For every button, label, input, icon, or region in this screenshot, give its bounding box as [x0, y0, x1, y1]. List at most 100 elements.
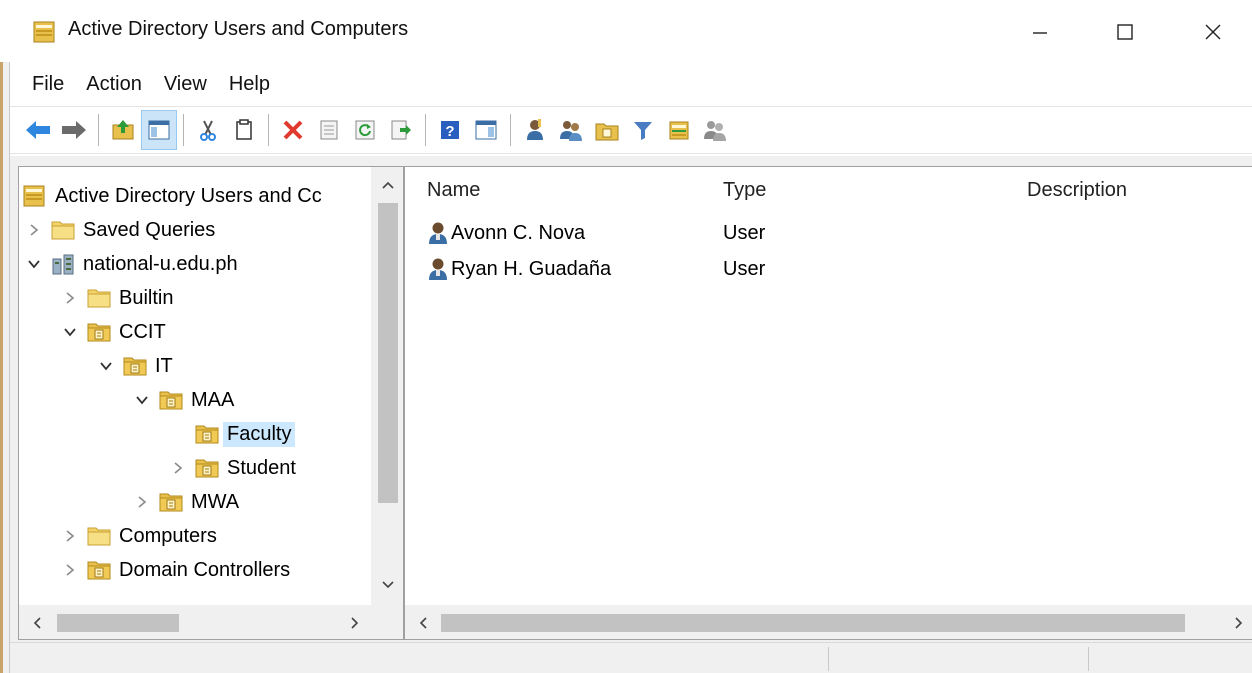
- menu-action[interactable]: Action: [75, 64, 153, 104]
- status-bar: [10, 642, 1252, 673]
- list-hscroll-thumb[interactable]: [441, 614, 1185, 632]
- tree-item-computers[interactable]: Computers: [59, 519, 217, 553]
- copy-button[interactable]: [226, 110, 262, 150]
- tree-item-label: IT: [155, 354, 173, 377]
- show-hide-console-tree-button[interactable]: [141, 110, 177, 150]
- new-group-button[interactable]: [553, 110, 589, 150]
- user-name: Ryan H. Guadaña: [451, 258, 612, 280]
- scroll-left-arrow-icon[interactable]: [413, 613, 433, 633]
- expand-chevron-icon[interactable]: [59, 281, 81, 315]
- close-button[interactable]: [1190, 12, 1236, 52]
- minimize-icon: [1033, 32, 1047, 34]
- menu-help[interactable]: Help: [218, 64, 281, 104]
- add-to-group-button[interactable]: [697, 110, 733, 150]
- tree-item-builtin[interactable]: Builtin: [59, 281, 173, 315]
- expand-chevron-icon[interactable]: [59, 519, 81, 553]
- ou-icon: [195, 422, 219, 446]
- status-divider: [828, 647, 829, 671]
- maximize-button[interactable]: [1102, 12, 1148, 52]
- expand-chevron-icon[interactable]: [59, 553, 81, 587]
- tree-item-label: national-u.edu.ph: [83, 252, 238, 275]
- export-list-icon: [391, 120, 411, 140]
- minimize-button[interactable]: [1017, 12, 1063, 52]
- menu-view[interactable]: View: [153, 64, 218, 104]
- list-horizontal-scrollbar[interactable]: [405, 605, 1252, 639]
- expand-chevron-icon[interactable]: [167, 451, 189, 485]
- toolbar-separator: [183, 114, 184, 146]
- column-header-description[interactable]: Description: [1027, 179, 1127, 202]
- menu-file[interactable]: File: [10, 64, 75, 104]
- properties-button[interactable]: [311, 110, 347, 150]
- new-user-button[interactable]: [517, 110, 553, 150]
- tree-item-domain-controllers[interactable]: Domain Controllers: [59, 553, 290, 587]
- up-level-button[interactable]: [105, 110, 141, 150]
- export-list-button[interactable]: [383, 110, 419, 150]
- expand-chevron-icon[interactable]: [23, 213, 45, 247]
- scroll-up-arrow-icon[interactable]: [378, 175, 398, 195]
- tree-vscroll-thumb[interactable]: [378, 203, 398, 503]
- scroll-down-arrow-icon[interactable]: [378, 575, 398, 595]
- filter-button[interactable]: [625, 110, 661, 150]
- collapse-chevron-icon[interactable]: [23, 247, 45, 281]
- find-button[interactable]: [661, 110, 697, 150]
- toolbar-separator: [510, 114, 511, 146]
- cut-button[interactable]: [190, 110, 226, 150]
- tree-item-label: CCIT: [119, 320, 166, 343]
- aduc-app-icon[interactable]: [33, 20, 55, 44]
- scroll-left-arrow-icon[interactable]: [27, 613, 47, 633]
- find-icon: [669, 121, 689, 140]
- tree-item-label: Builtin: [119, 286, 174, 309]
- tree-vertical-scrollbar[interactable]: [371, 167, 403, 605]
- up-level-icon: [112, 120, 134, 140]
- details-list[interactable]: Name Type Description Avonn C. Nova User…: [404, 166, 1252, 640]
- tree-item-label: MWA: [191, 490, 240, 513]
- list-item[interactable]: Avonn C. Nova User: [405, 215, 1252, 251]
- user-name: Avonn C. Nova: [451, 222, 586, 244]
- collapse-chevron-icon[interactable]: [95, 349, 117, 383]
- back-button[interactable]: [20, 110, 56, 150]
- window-left-edge: [0, 0, 10, 673]
- add-to-group-icon: [704, 121, 726, 141]
- show-hide-console-tree-icon: [148, 120, 170, 140]
- expand-chevron-icon[interactable]: [131, 485, 153, 519]
- column-header-type[interactable]: Type: [723, 179, 766, 202]
- console-tree[interactable]: Active Directory Users and Cc Saved Quer…: [18, 166, 404, 640]
- tree-item-ccit[interactable]: CCIT: [59, 315, 166, 349]
- svg-text:?: ?: [445, 123, 454, 140]
- show-hide-action-pane-icon: [475, 120, 497, 140]
- tree-item-faculty[interactable]: Faculty: [167, 417, 296, 451]
- new-group-icon: [560, 121, 582, 141]
- list-item[interactable]: Ryan H. Guadaña User: [405, 251, 1252, 287]
- new-user-icon: [527, 119, 543, 140]
- user-type: User: [723, 222, 766, 244]
- tree-horizontal-scrollbar[interactable]: [19, 605, 403, 639]
- toolbar: ?: [10, 106, 1252, 154]
- show-hide-action-pane-button[interactable]: [468, 110, 504, 150]
- collapse-chevron-icon[interactable]: [131, 383, 153, 417]
- tree-item-student[interactable]: Student: [167, 451, 296, 485]
- tree-item-saved-queries[interactable]: Saved Queries: [23, 213, 215, 247]
- tree-hscroll-thumb[interactable]: [57, 614, 179, 632]
- delete-button[interactable]: [275, 110, 311, 150]
- title-bar[interactable]: Active Directory Users and Computers: [0, 0, 1252, 62]
- scroll-right-arrow-icon[interactable]: [345, 613, 365, 633]
- aduc-root-icon: [23, 184, 47, 208]
- column-header-name[interactable]: Name: [427, 179, 480, 202]
- tree-item-it[interactable]: IT: [95, 349, 173, 383]
- folder-icon: [87, 286, 111, 310]
- tree-item-maa[interactable]: MAA: [131, 383, 234, 417]
- tree-item-national-u-edu-ph[interactable]: national-u.edu.ph: [23, 247, 238, 281]
- new-ou-button[interactable]: [589, 110, 625, 150]
- toolbar-separator: [425, 114, 426, 146]
- tree-item-mwa[interactable]: MWA: [131, 485, 239, 519]
- forward-button[interactable]: [56, 110, 92, 150]
- ou-icon: [87, 320, 111, 344]
- help-button[interactable]: ?: [432, 110, 468, 150]
- maximize-icon: [1117, 24, 1133, 40]
- collapse-chevron-icon[interactable]: [59, 315, 81, 349]
- user-icon: [427, 257, 449, 281]
- refresh-button[interactable]: [347, 110, 383, 150]
- scroll-right-arrow-icon[interactable]: [1229, 613, 1249, 633]
- tree-item-root[interactable]: Active Directory Users and Cc: [23, 179, 322, 213]
- help-icon: ?: [441, 121, 459, 140]
